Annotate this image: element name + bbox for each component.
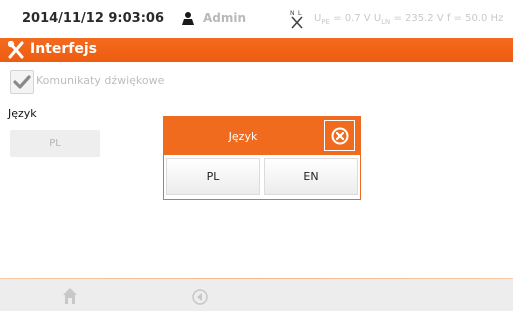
close-icon xyxy=(331,127,349,145)
page-title: Interfejs xyxy=(30,41,97,57)
close-button[interactable] xyxy=(324,120,355,151)
language-option-pl[interactable]: PL xyxy=(166,158,260,195)
svg-text:N: N xyxy=(290,10,295,17)
sound-messages-checkbox[interactable] xyxy=(10,70,34,94)
home-icon[interactable] xyxy=(62,287,78,305)
tools-icon xyxy=(8,41,24,59)
back-icon[interactable] xyxy=(192,289,208,305)
language-dialog: Język PL EN xyxy=(163,116,361,200)
dialog-header: Język xyxy=(164,117,360,155)
language-heading: Język xyxy=(8,107,37,120)
language-option-en[interactable]: EN xyxy=(264,158,358,195)
datetime: 2014/11/12 9:03:06 xyxy=(22,11,165,26)
sound-messages-label: Komunikaty dźwiękowe xyxy=(36,74,165,87)
plug-icon: N L xyxy=(290,10,303,29)
user-name: Admin xyxy=(203,11,247,25)
checkmark-icon xyxy=(13,75,31,89)
language-select-button[interactable]: PL xyxy=(10,130,100,157)
dialog-title: Język xyxy=(228,130,258,143)
svg-text:L: L xyxy=(298,10,302,17)
user-icon xyxy=(182,12,194,25)
status-bar: 2014/11/12 9:03:06 Admin N L UPE = 0.7 V… xyxy=(0,0,513,38)
measurement-readout: UPE = 0.7 V ULN = 235.2 V f = 50.0 Hz xyxy=(314,13,504,26)
title-bar: Interfejs xyxy=(0,38,513,62)
